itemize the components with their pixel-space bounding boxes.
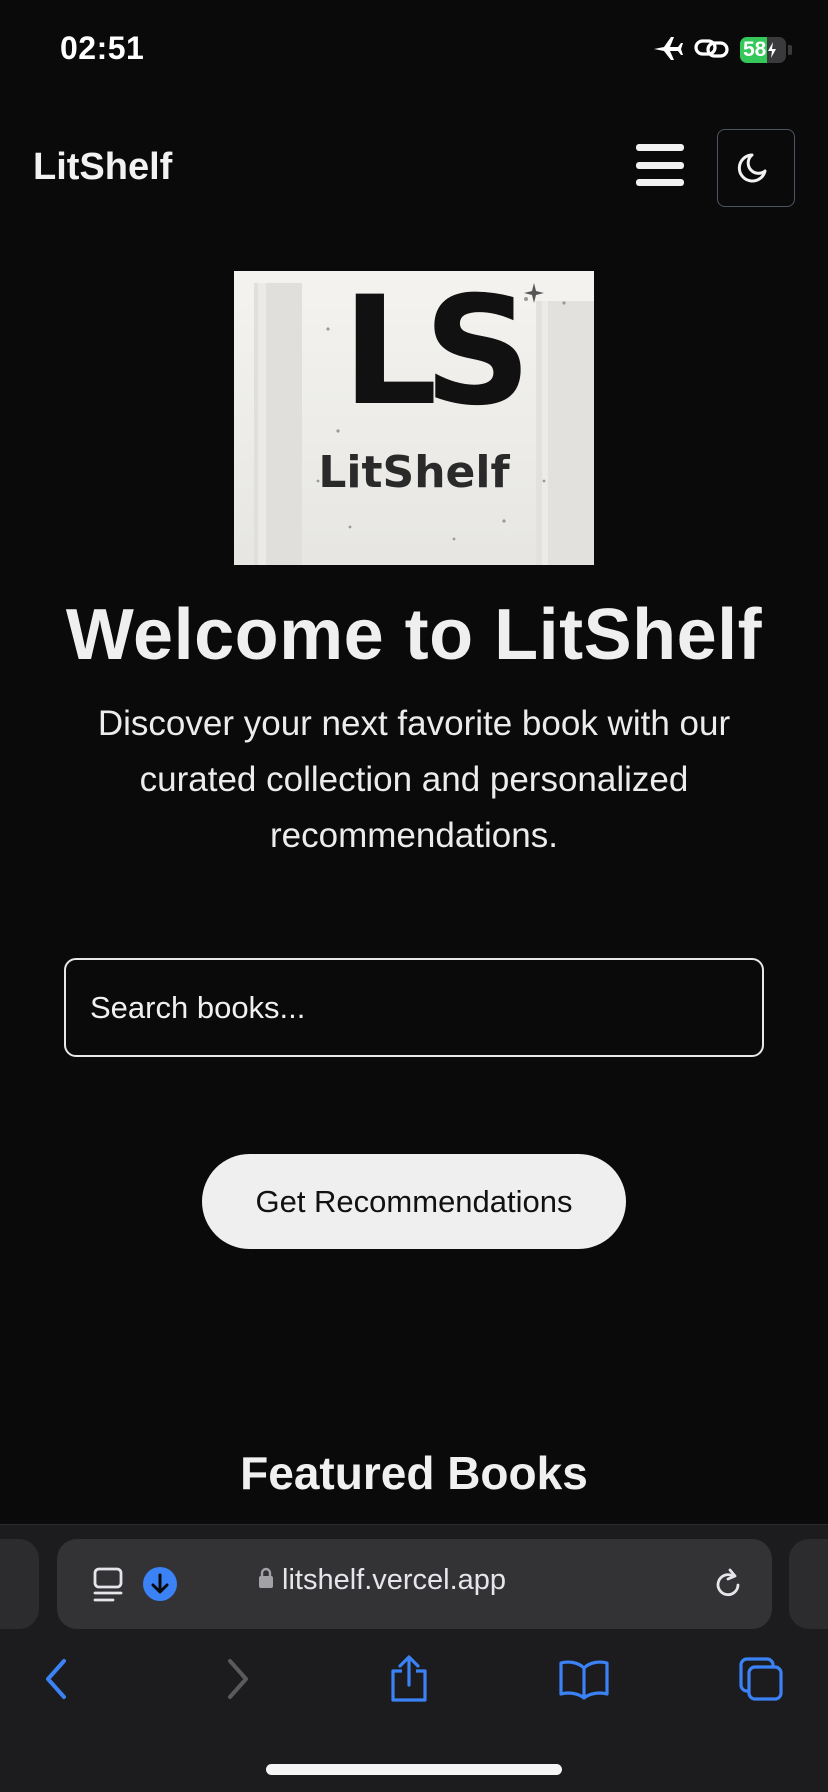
reader-icon[interactable] xyxy=(88,1565,128,1605)
status-bar: 02:51 58 xyxy=(0,0,828,100)
hero-subtitle: Discover your next favorite book with ou… xyxy=(97,704,731,855)
link-icon xyxy=(694,34,730,67)
tabs-icon[interactable] xyxy=(734,1652,788,1706)
status-icons: 58 xyxy=(652,34,792,66)
logo-monogram: LS xyxy=(342,271,532,439)
url-text: litshelf.vercel.app xyxy=(282,1564,507,1596)
hamburger-menu-icon[interactable] xyxy=(636,144,684,186)
hero-title: Welcome to LitShelf xyxy=(65,595,763,675)
brand-logo-text[interactable]: LitShelf xyxy=(33,146,172,189)
battery-icon: 58 xyxy=(740,37,792,63)
url-display[interactable]: litshelf.vercel.app xyxy=(258,1564,506,1597)
battery-percent: 58 xyxy=(743,38,767,61)
download-icon[interactable] xyxy=(142,1566,178,1602)
search-input[interactable] xyxy=(64,958,764,1057)
logo-wordmark: LitShelf xyxy=(318,447,510,498)
status-time: 02:51 xyxy=(60,30,145,66)
previous-tab-peek[interactable] xyxy=(0,1539,39,1629)
next-tab-peek[interactable] xyxy=(789,1539,828,1629)
bookmarks-icon[interactable] xyxy=(557,1652,611,1706)
get-recommendations-button[interactable]: Get Recommendations xyxy=(202,1154,626,1249)
hero-logo-image: LS LitShelf xyxy=(234,271,594,565)
share-icon[interactable] xyxy=(382,1652,436,1706)
forward-icon[interactable] xyxy=(210,1652,264,1706)
airplane-icon xyxy=(652,34,684,67)
back-icon[interactable] xyxy=(30,1652,84,1706)
moon-icon xyxy=(737,147,775,190)
reload-icon[interactable] xyxy=(708,1565,748,1605)
theme-toggle-button[interactable] xyxy=(717,129,795,207)
home-indicator[interactable] xyxy=(266,1764,562,1775)
lock-icon xyxy=(258,1564,274,1597)
featured-books-heading: Featured Books xyxy=(240,1447,588,1499)
